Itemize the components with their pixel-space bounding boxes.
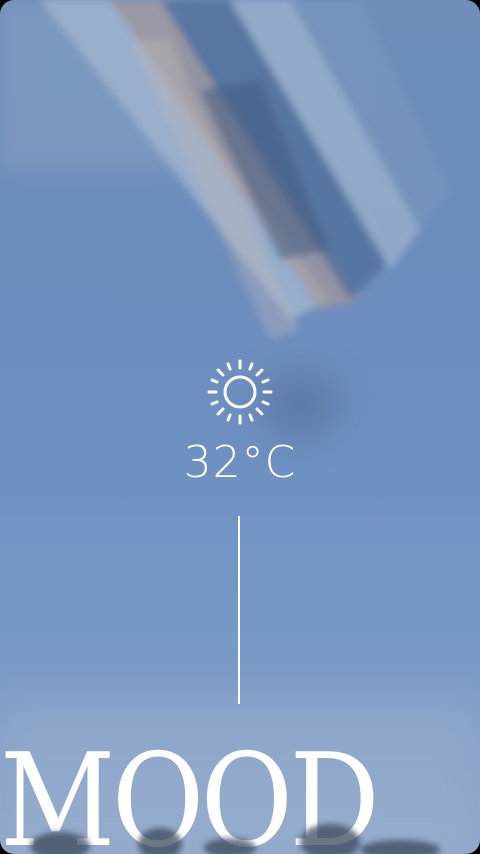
- weather-widget: 32°C: [0, 355, 480, 485]
- screen: 32°C MOOD: [0, 0, 480, 854]
- vertical-divider: [238, 516, 240, 704]
- temperature-readout: 32°C: [183, 437, 297, 488]
- sun-icon: [207, 359, 273, 425]
- brand-wordmark: MOOD: [0, 727, 380, 854]
